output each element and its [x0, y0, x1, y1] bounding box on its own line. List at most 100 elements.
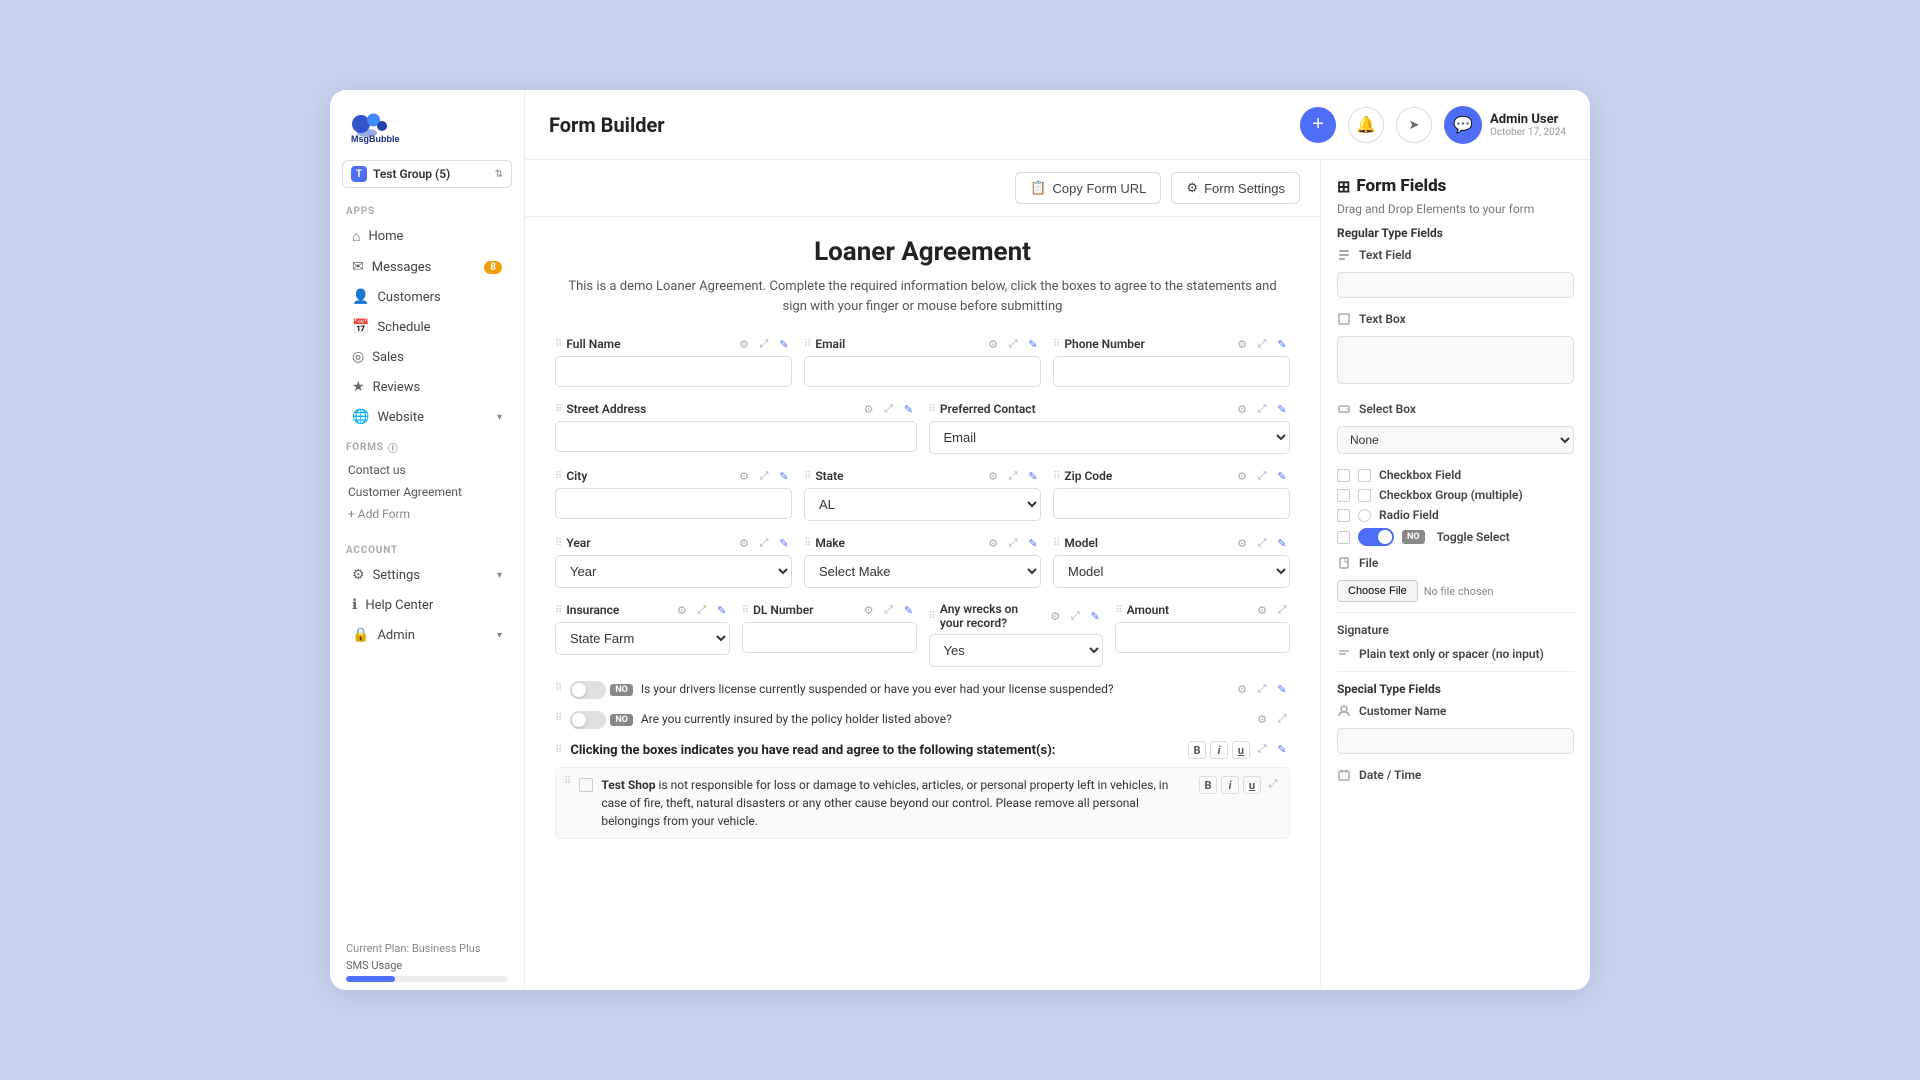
form-settings-button[interactable]: ⚙ Form Settings [1171, 172, 1300, 204]
resize-field-icon[interactable]: ⤢ [1005, 468, 1021, 484]
bold-button[interactable]: B [1199, 776, 1217, 794]
edit-field-icon[interactable]: ✎ [1274, 336, 1290, 352]
edit-field-icon[interactable]: ✎ [1274, 401, 1290, 417]
select-year[interactable]: Year [555, 555, 792, 588]
sidebar-form-item-contact[interactable]: Contact us [346, 459, 508, 481]
settings-field-icon[interactable]: ⚙ [674, 602, 690, 618]
resize-field-icon[interactable]: ⤢ [756, 336, 772, 352]
resize-field-icon[interactable]: ⤢ [1254, 741, 1270, 757]
toggle-bg-1[interactable] [570, 681, 606, 699]
select-model[interactable]: Model [1053, 555, 1290, 588]
panel-checkbox-field[interactable]: Checkbox Field [1337, 468, 1574, 482]
edit-field-icon[interactable]: ✎ [1025, 535, 1041, 551]
input-email[interactable] [804, 356, 1041, 387]
edit-field-icon[interactable]: ✎ [901, 602, 917, 618]
sidebar-item-website[interactable]: 🌐 Website ▾ [336, 402, 518, 432]
sidebar-item-customers[interactable]: 👤 Customers [336, 282, 518, 312]
settings-field-icon[interactable]: ⚙ [1234, 535, 1250, 551]
panel-select-box[interactable]: Select Box [1337, 402, 1574, 416]
settings-field-icon[interactable]: ⚙ [861, 401, 877, 417]
drag-handle[interactable]: ⠿ [555, 471, 562, 482]
settings-field-icon[interactable]: ⚙ [1047, 608, 1063, 624]
sidebar-item-home[interactable]: ⌂ Home [336, 221, 518, 252]
drag-handle[interactable]: ⠿ [804, 339, 811, 350]
resize-field-icon[interactable]: ⤢ [1005, 535, 1021, 551]
settings-field-icon[interactable]: ⚙ [861, 602, 877, 618]
italic-button[interactable]: i [1210, 741, 1228, 759]
input-full-name[interactable] [555, 356, 792, 387]
drag-handle[interactable]: ⠿ [1053, 339, 1060, 350]
sidebar-item-admin[interactable]: 🔒 Admin ▾ [336, 620, 518, 650]
edit-field-icon[interactable]: ✎ [776, 336, 792, 352]
settings-field-icon[interactable]: ⚙ [736, 468, 752, 484]
resize-field-icon[interactable]: ⤢ [881, 602, 897, 618]
drag-handle[interactable]: ⠿ [804, 538, 811, 549]
settings-field-icon[interactable]: ⚙ [736, 336, 752, 352]
panel-radio-field[interactable]: Radio Field [1337, 508, 1574, 522]
input-zip[interactable] [1053, 488, 1290, 519]
copy-form-url-button[interactable]: 📋 Copy Form URL [1015, 172, 1161, 204]
edit-field-icon[interactable]: ✎ [1274, 535, 1290, 551]
settings-field-icon[interactable]: ⚙ [1234, 468, 1250, 484]
text-field-demo-input[interactable] [1337, 272, 1574, 298]
sidebar-item-sales[interactable]: ◎ Sales [336, 342, 518, 372]
resize-field-icon[interactable]: ⤢ [1254, 336, 1270, 352]
edit-field-icon[interactable]: ✎ [1274, 681, 1290, 697]
panel-toggle-select[interactable]: NO Toggle Select [1337, 528, 1574, 546]
resize-field-icon[interactable]: ⤢ [1005, 336, 1021, 352]
settings-field-icon[interactable]: ⚙ [985, 535, 1001, 551]
settings-field-icon[interactable]: ⚙ [1234, 401, 1250, 417]
add-form-button[interactable]: + Add Form [346, 503, 508, 525]
edit-field-icon[interactable]: ✎ [1274, 741, 1290, 757]
settings-field-icon[interactable]: ⚙ [1254, 711, 1270, 727]
choose-file-button[interactable]: Choose File [1337, 580, 1418, 602]
panel-signature[interactable]: Signature [1337, 623, 1574, 637]
input-phone[interactable] [1053, 356, 1290, 387]
edit-field-icon[interactable]: ✎ [901, 401, 917, 417]
drag-handle[interactable]: ⠿ [555, 605, 562, 616]
panel-date-time[interactable]: Date / Time [1337, 768, 1574, 782]
drag-handle[interactable]: ⠿ [929, 404, 936, 415]
resize-field-icon[interactable]: ⤢ [1067, 608, 1083, 624]
edit-field-icon[interactable]: ✎ [1025, 336, 1041, 352]
input-amount[interactable] [1115, 622, 1290, 653]
panel-text-field[interactable]: Text Field [1337, 248, 1574, 262]
sidebar-item-settings[interactable]: ⚙ Settings ▾ [336, 560, 518, 590]
input-city[interactable] [555, 488, 792, 519]
select-make[interactable]: Select Make [804, 555, 1041, 588]
italic-button[interactable]: i [1221, 776, 1239, 794]
sidebar-item-schedule[interactable]: 📅 Schedule [336, 312, 518, 342]
panel-plain-text[interactable]: Plain text only or spacer (no input) [1337, 647, 1574, 661]
notifications-button[interactable]: 🔔 [1348, 107, 1384, 143]
bold-button[interactable]: B [1188, 741, 1206, 759]
statement-checkbox[interactable] [579, 778, 593, 792]
group-selector[interactable]: T Test Group (5) ⇅ [342, 160, 512, 188]
toggle-switch-2[interactable]: NO [570, 711, 633, 729]
edit-field-icon[interactable]: ✎ [1025, 468, 1041, 484]
drag-handle[interactable]: ⠿ [555, 711, 562, 724]
resize-field-icon[interactable]: ⤢ [1254, 535, 1270, 551]
resize-field-icon[interactable]: ⤢ [1274, 602, 1290, 618]
input-dl[interactable] [742, 622, 917, 653]
sidebar-item-messages[interactable]: ✉ Messages 8 [336, 252, 518, 282]
toggle-bg-2[interactable] [570, 711, 606, 729]
resize-field-icon[interactable]: ⤢ [881, 401, 897, 417]
select-insurance[interactable]: State Farm [555, 622, 730, 655]
add-button[interactable]: + [1300, 107, 1336, 143]
resize-field-icon[interactable]: ⤢ [1254, 681, 1270, 697]
send-button[interactable]: ➤ [1396, 107, 1432, 143]
edit-field-icon[interactable]: ✎ [1274, 468, 1290, 484]
drag-handle[interactable]: ⠿ [555, 538, 562, 549]
settings-field-icon[interactable]: ⚙ [1234, 681, 1250, 697]
settings-field-icon[interactable]: ⚙ [1234, 336, 1250, 352]
drag-handle[interactable]: ⠿ [555, 745, 562, 756]
sidebar-item-reviews[interactable]: ★ Reviews [336, 372, 518, 402]
sidebar-item-help[interactable]: ℹ Help Center [336, 590, 518, 620]
resize-field-icon[interactable]: ⤢ [1254, 401, 1270, 417]
sidebar-form-item-customer[interactable]: Customer Agreement [346, 481, 508, 503]
resize-field-icon[interactable]: ⤢ [1274, 711, 1290, 727]
drag-handle[interactable]: ⠿ [804, 471, 811, 482]
panel-checkbox-group[interactable]: Checkbox Group (multiple) [1337, 488, 1574, 502]
text-box-demo-input[interactable] [1337, 336, 1574, 384]
customer-name-demo-input[interactable] [1337, 728, 1574, 754]
